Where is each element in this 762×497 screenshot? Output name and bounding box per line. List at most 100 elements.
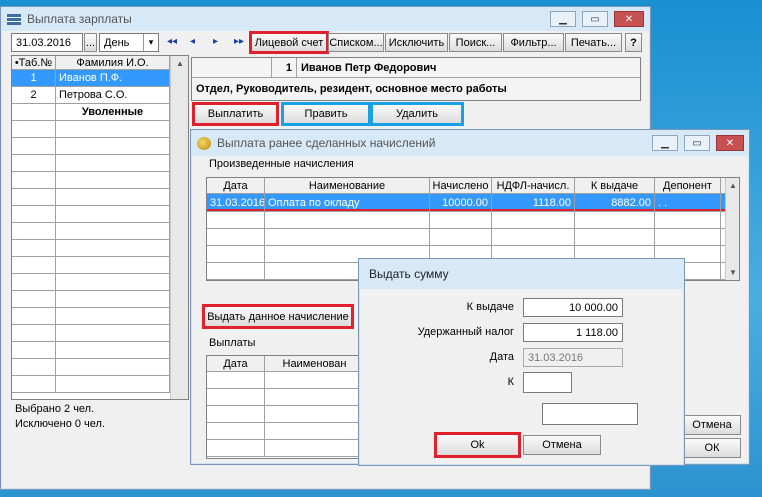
tax-field[interactable]: 1 118.00 xyxy=(523,323,623,342)
prev-record-icon[interactable]: ◂ xyxy=(190,36,195,47)
col-pay-name[interactable]: Наименован xyxy=(265,356,365,371)
list-item[interactable]: 2 Петрова С.О. xyxy=(12,87,188,104)
chevron-down-icon[interactable]: ▾ xyxy=(143,34,158,51)
table-row[interactable] xyxy=(207,389,365,406)
table-row[interactable] xyxy=(207,406,365,423)
col-payout[interactable]: К выдаче xyxy=(575,178,655,193)
extra-field[interactable] xyxy=(542,403,638,425)
table-row[interactable] xyxy=(12,291,188,308)
col-deposit[interactable]: Депонент xyxy=(655,178,721,193)
table-row[interactable] xyxy=(12,274,188,291)
close-icon[interactable]: ✕ xyxy=(716,135,744,151)
table-cell xyxy=(265,372,365,388)
table-cell xyxy=(575,229,655,245)
table-row[interactable] xyxy=(12,121,188,138)
maximize-icon[interactable]: ▭ xyxy=(684,135,710,151)
date-field[interactable]: 31.03.2016 xyxy=(523,348,623,367)
table-row[interactable] xyxy=(12,325,188,342)
search-button[interactable]: Поиск... xyxy=(449,33,502,52)
col-tax[interactable]: НДФЛ-начисл. xyxy=(492,178,575,193)
table-row[interactable]: 31.03.2016 Оплата по окладу 10000.00 111… xyxy=(207,194,739,212)
table-row[interactable] xyxy=(207,423,365,440)
table-row[interactable] xyxy=(12,155,188,172)
scroll-up-icon[interactable]: ▲ xyxy=(729,181,737,190)
list-item[interactable]: 1 Иванов П.Ф. xyxy=(12,70,188,87)
exclude-button[interactable]: Исключить xyxy=(385,33,448,52)
col-accrued[interactable]: Начислено xyxy=(430,178,492,193)
pay-amount-dialog: Выдать сумму К выдаче 10 000.00 Удержанн… xyxy=(358,258,685,466)
payments-table[interactable]: Дата Наименован xyxy=(206,355,366,459)
next-record-icon[interactable]: ▸ xyxy=(213,36,218,47)
table-cell xyxy=(56,138,170,154)
employee-list[interactable]: •Таб.№ Фамилия И.О. 1 Иванов П.Ф. 2 Петр… xyxy=(11,55,189,400)
pay-button[interactable]: Выплатить xyxy=(192,102,279,126)
employee-details: Отдел, Руководитель, резидент, основное … xyxy=(196,83,507,95)
accruals-scrollbar[interactable]: ▲ ▼ xyxy=(725,178,739,280)
list-item[interactable]: Уволенные xyxy=(12,104,188,121)
table-cell xyxy=(655,212,721,228)
cell-deposit: . . xyxy=(655,194,721,211)
cancel-button[interactable]: Отмена xyxy=(523,435,601,455)
table-cell xyxy=(56,240,170,256)
table-cell xyxy=(56,189,170,205)
date-picker-button[interactable]: ... xyxy=(84,33,97,52)
period-select[interactable]: День ▾ xyxy=(99,33,159,52)
table-cell xyxy=(56,376,170,392)
col-name[interactable]: Наименование xyxy=(265,178,430,193)
employee-num: 1 xyxy=(285,61,292,74)
ok-button[interactable]: Ok xyxy=(434,432,521,458)
table-row[interactable] xyxy=(12,172,188,189)
first-record-icon[interactable]: ◂◂ xyxy=(167,36,177,47)
col-pay-date[interactable]: Дата xyxy=(207,356,265,371)
list-scrollbar[interactable]: ▲ xyxy=(170,56,188,399)
table-row[interactable] xyxy=(207,212,739,229)
minimize-icon[interactable]: ▁ xyxy=(550,11,576,27)
scroll-up-icon[interactable]: ▲ xyxy=(176,59,184,68)
table-cell xyxy=(56,342,170,358)
edit-button[interactable]: Править xyxy=(281,102,371,126)
employee-header: 1 Иванов Петр Федорович Отдел, Руководит… xyxy=(191,57,641,101)
table-row[interactable] xyxy=(207,229,739,246)
personal-account-button[interactable]: Лицевой счет xyxy=(249,31,329,54)
pay-this-accrual-button[interactable]: Выдать данное начисление xyxy=(202,304,354,329)
scroll-down-icon[interactable]: ▼ xyxy=(729,268,737,277)
last-record-icon[interactable]: ▸▸ xyxy=(234,36,244,47)
payout-field[interactable]: 10 000.00 xyxy=(523,298,623,317)
ok-button[interactable]: ОК xyxy=(683,438,741,458)
table-row[interactable] xyxy=(12,359,188,376)
col-tab-num[interactable]: •Таб.№ xyxy=(12,56,56,69)
table-cell xyxy=(12,308,56,324)
table-cell xyxy=(12,291,56,307)
col-date[interactable]: Дата xyxy=(207,178,265,193)
table-row[interactable] xyxy=(12,189,188,206)
filter-button[interactable]: Фильтр... xyxy=(503,33,564,52)
col-fio[interactable]: Фамилия И.О. xyxy=(56,56,170,69)
k-field[interactable] xyxy=(523,372,572,393)
maximize-icon[interactable]: ▭ xyxy=(582,11,608,27)
cancel-button[interactable]: Отмена xyxy=(683,415,741,435)
list-item-num: 2 xyxy=(12,87,56,103)
delete-button[interactable]: Удалить xyxy=(370,102,464,126)
close-icon[interactable]: ✕ xyxy=(614,11,644,27)
list-item-num: 1 xyxy=(12,70,56,86)
table-row[interactable] xyxy=(12,223,188,240)
table-cell xyxy=(12,206,56,222)
help-button[interactable]: ? xyxy=(625,33,642,52)
date-field[interactable]: 31.03.2016 xyxy=(11,33,83,52)
minimize-icon[interactable]: ▁ xyxy=(652,135,678,151)
table-row[interactable] xyxy=(12,342,188,359)
table-row[interactable] xyxy=(12,376,188,393)
list-button[interactable]: Списком... xyxy=(328,33,384,52)
dialog-titlebar[interactable]: Выдать сумму xyxy=(359,259,684,289)
payout-label: К выдаче xyxy=(466,301,514,313)
table-cell xyxy=(56,325,170,341)
table-cell xyxy=(492,212,575,228)
table-row[interactable] xyxy=(12,257,188,274)
table-row[interactable] xyxy=(12,138,188,155)
table-row[interactable] xyxy=(12,308,188,325)
table-row[interactable] xyxy=(207,440,365,457)
table-row[interactable] xyxy=(12,206,188,223)
table-row[interactable] xyxy=(12,240,188,257)
print-button[interactable]: Печать... xyxy=(565,33,622,52)
table-row[interactable] xyxy=(207,372,365,389)
